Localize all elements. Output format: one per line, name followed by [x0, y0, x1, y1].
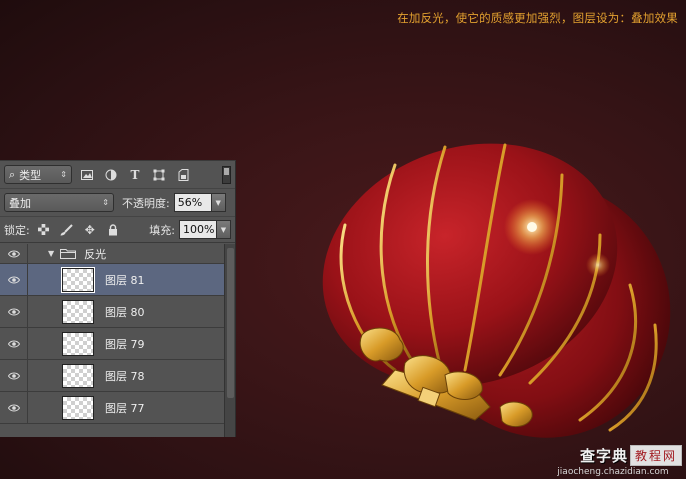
fill-field[interactable]: 100% ▼	[179, 220, 231, 239]
layer-row[interactable]: 图层 81	[0, 264, 224, 296]
eye-icon	[7, 372, 20, 379]
eye-icon	[7, 250, 20, 257]
blend-mode-select[interactable]: 叠加 ⇕	[4, 193, 114, 212]
fill-label: 填充:	[149, 223, 175, 237]
lock-icon[interactable]	[104, 222, 122, 238]
opacity-value: 56%	[177, 196, 203, 209]
layer-thumbnail	[62, 363, 94, 388]
visibility-toggle[interactable]	[0, 328, 28, 359]
blend-opacity-bar: 叠加 ⇕ 不透明度: 56% ▼	[0, 189, 235, 217]
image-filter-icon[interactable]	[78, 166, 96, 184]
layer-name: 图层 78	[105, 369, 145, 383]
layer-thumbnail	[62, 395, 94, 420]
group-name: 反光	[84, 247, 107, 261]
visibility-toggle[interactable]	[0, 244, 28, 263]
layer-row[interactable]: 图层 77	[0, 392, 224, 424]
watermark-url: jiaocheng.chazidian.com	[557, 467, 669, 477]
kind-filter-label: 类型	[19, 168, 42, 182]
visibility-toggle[interactable]	[0, 360, 28, 391]
smart-object-filter-icon[interactable]	[174, 166, 192, 184]
layers-list: ▼ 反光 图层 81 图层 80 图层 79 图层 78 图层 77	[0, 244, 224, 424]
kind-filter-select[interactable]: ⌕ 类型 ⇕	[4, 165, 72, 184]
type-filter-icon[interactable]: T	[126, 166, 144, 184]
expand-triangle-icon[interactable]: ▼	[48, 249, 54, 258]
blend-mode-value: 叠加	[9, 196, 31, 210]
adjustment-filter-icon[interactable]	[102, 166, 120, 184]
layer-thumbnail	[62, 331, 94, 356]
lock-fill-bar: 锁定: ✥ 填充: 100% ▼	[0, 217, 235, 243]
search-icon: ⌕	[9, 167, 16, 181]
lock-transparent-pixels-icon[interactable]	[35, 222, 53, 238]
eye-icon	[7, 340, 20, 347]
layer-row[interactable]: 图层 79	[0, 328, 224, 360]
eye-icon	[7, 276, 20, 283]
layer-name: 图层 80	[105, 305, 145, 319]
layers-scrollbar[interactable]	[224, 244, 235, 437]
layer-group-row[interactable]: ▼ 反光	[0, 244, 224, 264]
eye-icon	[7, 308, 20, 315]
eye-icon	[7, 404, 20, 411]
watermark-brand: 查字典	[579, 447, 628, 465]
site-watermark: 查字典 教程网 jiaocheng.chazidian.com	[544, 445, 682, 477]
visibility-toggle[interactable]	[0, 264, 28, 295]
watermark-tag: 教程网	[629, 445, 682, 466]
updown-icon: ⇕	[60, 170, 67, 179]
chevron-down-icon[interactable]: ▼	[216, 221, 230, 238]
shape-filter-icon[interactable]	[150, 166, 168, 184]
brush-icon[interactable]	[58, 222, 76, 238]
layer-row[interactable]: 图层 78	[0, 360, 224, 392]
layers-panel: ⌕ 类型 ⇕ T 叠加 ⇕ 不透明度: 56% ▼ 锁定: ✥ 填充: 100%…	[0, 160, 236, 437]
opacity-label: 不透明度:	[122, 196, 170, 210]
visibility-toggle[interactable]	[0, 392, 28, 423]
layer-name: 图层 79	[105, 337, 145, 351]
scrollbar-thumb[interactable]	[227, 248, 234, 398]
move-icon[interactable]: ✥	[81, 222, 99, 238]
filter-bar: ⌕ 类型 ⇕ T	[0, 161, 235, 189]
lock-label: 锁定:	[4, 223, 30, 237]
layer-thumbnail	[61, 266, 95, 293]
layer-name: 图层 81	[105, 273, 145, 287]
visibility-toggle[interactable]	[0, 296, 28, 327]
folder-icon	[60, 249, 77, 259]
layer-name: 图层 77	[105, 401, 145, 415]
chevron-down-icon[interactable]: ▼	[210, 194, 225, 211]
updown-icon: ⇕	[102, 198, 109, 207]
caption-text: 在加反光，使它的质感更加强烈，图层设为：叠加效果	[397, 11, 678, 25]
fill-value: 100%	[183, 223, 215, 236]
layer-thumbnail	[62, 299, 94, 324]
filter-toggle-switch[interactable]	[222, 165, 231, 184]
opacity-field[interactable]: 56% ▼	[173, 193, 226, 212]
red-lantern-image	[322, 143, 671, 438]
layer-row[interactable]: 图层 80	[0, 296, 224, 328]
